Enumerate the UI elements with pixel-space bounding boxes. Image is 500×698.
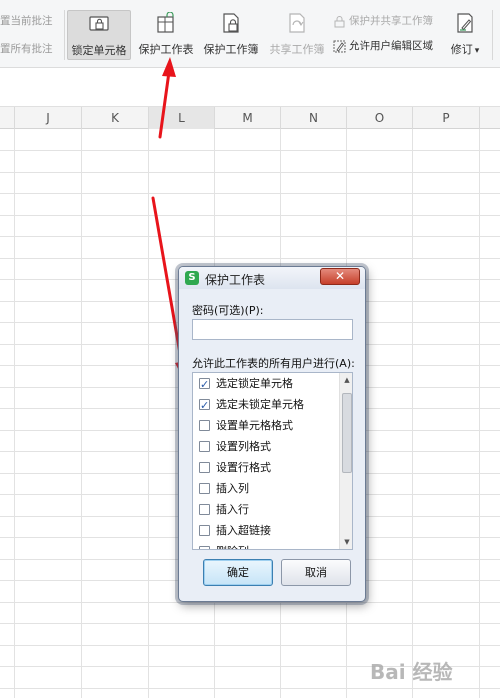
checkbox-checked[interactable] bbox=[199, 374, 210, 395]
column-header-l[interactable]: L bbox=[149, 107, 215, 129]
lock-cell-label: 锁定单元格 bbox=[71, 44, 127, 57]
list-item[interactable]: 插入行 bbox=[193, 499, 339, 520]
scroll-down-arrow-icon[interactable]: ▼ bbox=[340, 535, 352, 549]
protect-workbook-label: 保护工作簿 bbox=[203, 43, 259, 56]
column-header-partial-right[interactable] bbox=[480, 107, 500, 129]
ribbon-toolbar: 置当前批注 置所有批注 锁定单元格 保护工作表 保护工作簿 共享工作簿 保护并共… bbox=[0, 0, 500, 68]
column-header-j[interactable]: J bbox=[15, 107, 82, 129]
ribbon-separator bbox=[64, 10, 65, 60]
list-item[interactable]: 插入列 bbox=[193, 478, 339, 499]
revise-button[interactable]: 修订 ▾ bbox=[446, 10, 484, 60]
checkbox-checked[interactable] bbox=[199, 395, 210, 416]
protect-sheet-label: 保护工作表 bbox=[138, 43, 194, 56]
password-label: 密码(可选)(P): bbox=[192, 304, 264, 317]
show-current-comment[interactable]: 置当前批注 bbox=[0, 12, 60, 30]
lock-share-icon bbox=[334, 15, 345, 27]
protect-sheet-icon bbox=[157, 12, 174, 33]
checkbox[interactable] bbox=[199, 462, 210, 473]
list-item[interactable]: 选定未锁定单元格 bbox=[193, 394, 339, 416]
protect-workbook-button[interactable]: 保护工作簿 bbox=[200, 10, 262, 60]
show-all-comments[interactable]: 置所有批注 bbox=[0, 40, 60, 58]
chevron-down-icon: ▾ bbox=[474, 46, 480, 56]
share-workbook-icon bbox=[289, 13, 305, 33]
ok-button[interactable]: 确定 bbox=[203, 559, 273, 586]
column-headers: J K L M N O P bbox=[0, 107, 500, 129]
checkbox[interactable] bbox=[199, 546, 210, 549]
list-item[interactable]: 设置行格式 bbox=[193, 457, 339, 478]
permission-list[interactable]: 选定锁定单元格 选定未锁定单元格 设置单元格格式 设置列格式 设置行格式 插入列… bbox=[192, 372, 353, 550]
share-workbook-button[interactable]: 共享工作簿 bbox=[266, 10, 328, 60]
column-header-m[interactable]: M bbox=[215, 107, 281, 129]
baidu-watermark: Bai 经验 bbox=[370, 660, 453, 684]
edit-range-icon bbox=[333, 40, 346, 52]
ribbon-separator-end bbox=[492, 10, 493, 60]
comment-items: 置当前批注 置所有批注 bbox=[0, 12, 60, 68]
password-input[interactable] bbox=[192, 319, 353, 340]
revise-icon bbox=[457, 13, 473, 33]
protect-sheet-button[interactable]: 保护工作表 bbox=[135, 10, 197, 60]
dialog-title: 保护工作表 bbox=[205, 273, 266, 287]
protect-workbook-icon bbox=[223, 13, 239, 33]
revise-label: 修订 bbox=[450, 43, 473, 56]
allow-edit-range-button[interactable]: 允许用户编辑区域 bbox=[333, 37, 433, 55]
share-workbook-label: 共享工作簿 bbox=[269, 43, 325, 56]
list-item[interactable]: 删除列 bbox=[193, 541, 339, 549]
checkbox[interactable] bbox=[199, 483, 210, 494]
checkbox[interactable] bbox=[199, 504, 210, 515]
lock-cell-button[interactable]: 锁定单元格 bbox=[67, 10, 131, 60]
column-header-k[interactable]: K bbox=[82, 107, 149, 129]
column-header-o[interactable]: O bbox=[347, 107, 413, 129]
column-header-p[interactable]: P bbox=[413, 107, 480, 129]
list-item[interactable]: 选定锁定单元格 bbox=[193, 373, 339, 395]
close-button[interactable]: ✕ bbox=[320, 268, 360, 285]
cancel-button[interactable]: 取消 bbox=[281, 559, 351, 586]
checkbox[interactable] bbox=[199, 525, 210, 536]
dialog-title-bar[interactable]: S 保护工作表 ✕ bbox=[179, 267, 365, 289]
edit-range-label: 允许用户编辑区域 bbox=[349, 40, 433, 52]
column-header-partial[interactable] bbox=[0, 107, 15, 129]
checkbox[interactable] bbox=[199, 441, 210, 452]
list-item[interactable]: 插入超链接 bbox=[193, 520, 339, 541]
lock-share-label: 保护并共享工作簿 bbox=[349, 15, 433, 27]
protect-sheet-dialog: S 保护工作表 ✕ 密码(可选)(P): 允许此工作表的所有用户进行(A): 选… bbox=[178, 266, 366, 602]
checkbox[interactable] bbox=[199, 420, 210, 431]
list-item[interactable]: 设置单元格格式 bbox=[193, 415, 339, 436]
lock-share-workbook-button[interactable]: 保护并共享工作簿 bbox=[333, 12, 433, 30]
formula-bar[interactable] bbox=[0, 69, 500, 107]
list-scrollbar[interactable]: ▲ ▼ bbox=[339, 373, 352, 549]
scroll-up-arrow-icon[interactable]: ▲ bbox=[340, 373, 352, 387]
lock-cell-icon bbox=[89, 16, 109, 31]
close-icon: ✕ bbox=[334, 269, 346, 283]
wps-app-icon: S bbox=[185, 271, 199, 285]
scroll-thumb[interactable] bbox=[342, 393, 352, 473]
list-item[interactable]: 设置列格式 bbox=[193, 436, 339, 457]
allow-label: 允许此工作表的所有用户进行(A): bbox=[192, 357, 355, 370]
column-header-n[interactable]: N bbox=[281, 107, 347, 129]
